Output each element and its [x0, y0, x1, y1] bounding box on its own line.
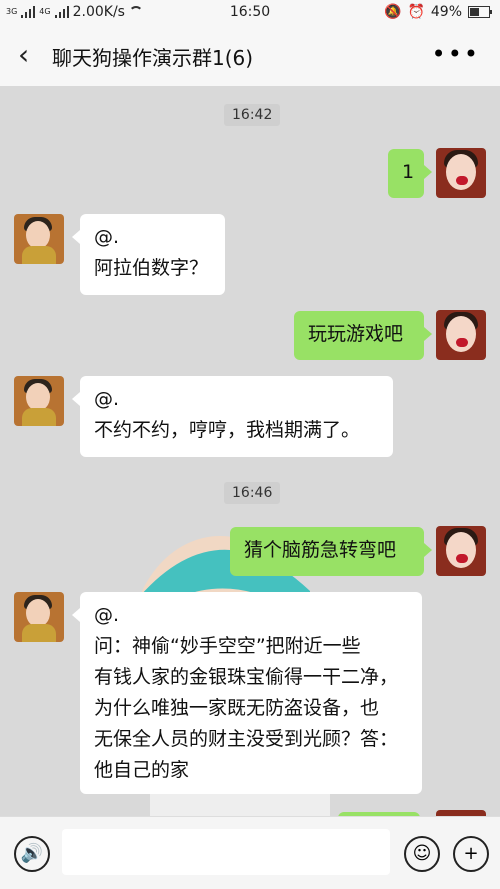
message-bubble-sent[interactable]: 1 [388, 149, 432, 198]
message-bubble-sent[interactable]: 玩玩游戏吧 [294, 311, 432, 360]
voice-icon[interactable]: 🔊 [14, 836, 50, 872]
message-text-line: 有钱人家的金银珠宝偷得一干二净， [94, 666, 399, 688]
bot-avatar[interactable] [14, 592, 64, 642]
message-text-line: 无保全人员的财主没受到光顾？答： [94, 728, 399, 750]
message-text-line: 为什么唯独一家既无防盗设备，也 [94, 697, 380, 719]
chat-area[interactable]: 16:42 1 @. 阿拉伯数字？ 玩玩游戏吧 @. 不约不约，哼哼，我档期满了… [0, 86, 500, 816]
status-bar: 3G 4G 2.00K/s 16:50 🔕 ⏰ 49% [0, 0, 500, 26]
message-bubble-received[interactable]: @. 阿拉伯数字？ [72, 214, 225, 295]
message-mention: @. [94, 604, 120, 626]
timestamp: 16:42 [224, 104, 281, 126]
message-text: 1 [402, 161, 415, 183]
bot-avatar[interactable] [14, 214, 64, 264]
message-text-line: 问：神偷“妙手空空”把附近一些 [94, 635, 361, 657]
message-input[interactable] [62, 829, 390, 875]
status-right: 🔕 ⏰ 49% [384, 4, 492, 20]
my-avatar[interactable] [436, 310, 486, 360]
message-text-line: 他自己的家 [94, 759, 190, 781]
battery-icon [468, 6, 492, 18]
timestamp: 16:46 [224, 482, 281, 504]
back-icon[interactable]: ‹ [18, 40, 38, 70]
message-bubble-received[interactable]: @. 不约不约，哼哼，我档期满了。 [72, 376, 393, 457]
message-mention: @. [94, 226, 120, 248]
message-bubble-received[interactable]: @. 问：神偷“妙手空空”把附近一些 有钱人家的金银珠宝偷得一干二净， 为什么唯… [72, 592, 422, 794]
battery-percent: 49% [430, 4, 462, 20]
message-text: 玩玩游戏吧 [308, 323, 404, 345]
message-text: 不约不约，哼哼，我档期满了。 [94, 419, 361, 441]
alarm-icon: ⏰ [407, 4, 425, 20]
my-avatar[interactable] [436, 526, 486, 576]
chat-header: ‹ 聊天狗操作演示群1(6) ••• [0, 26, 500, 87]
message-mention: @. [94, 388, 120, 410]
chat-title: 聊天狗操作演示群1(6) [52, 46, 254, 70]
my-avatar[interactable] [436, 148, 486, 198]
mute-icon: 🔕 [384, 4, 402, 20]
bot-avatar[interactable] [14, 376, 64, 426]
message-text: 阿拉伯数字？ [94, 257, 209, 279]
input-bar: 🔊 ☺ + [0, 816, 500, 889]
more-icon[interactable]: ••• [432, 40, 480, 68]
plus-icon[interactable]: + [453, 836, 489, 872]
message-text: 猜个脑筋急转弯吧 [244, 539, 397, 561]
emoji-icon[interactable]: ☺ [404, 836, 440, 872]
message-bubble-sent[interactable]: 猜个脑筋急转弯吧 [230, 527, 432, 576]
